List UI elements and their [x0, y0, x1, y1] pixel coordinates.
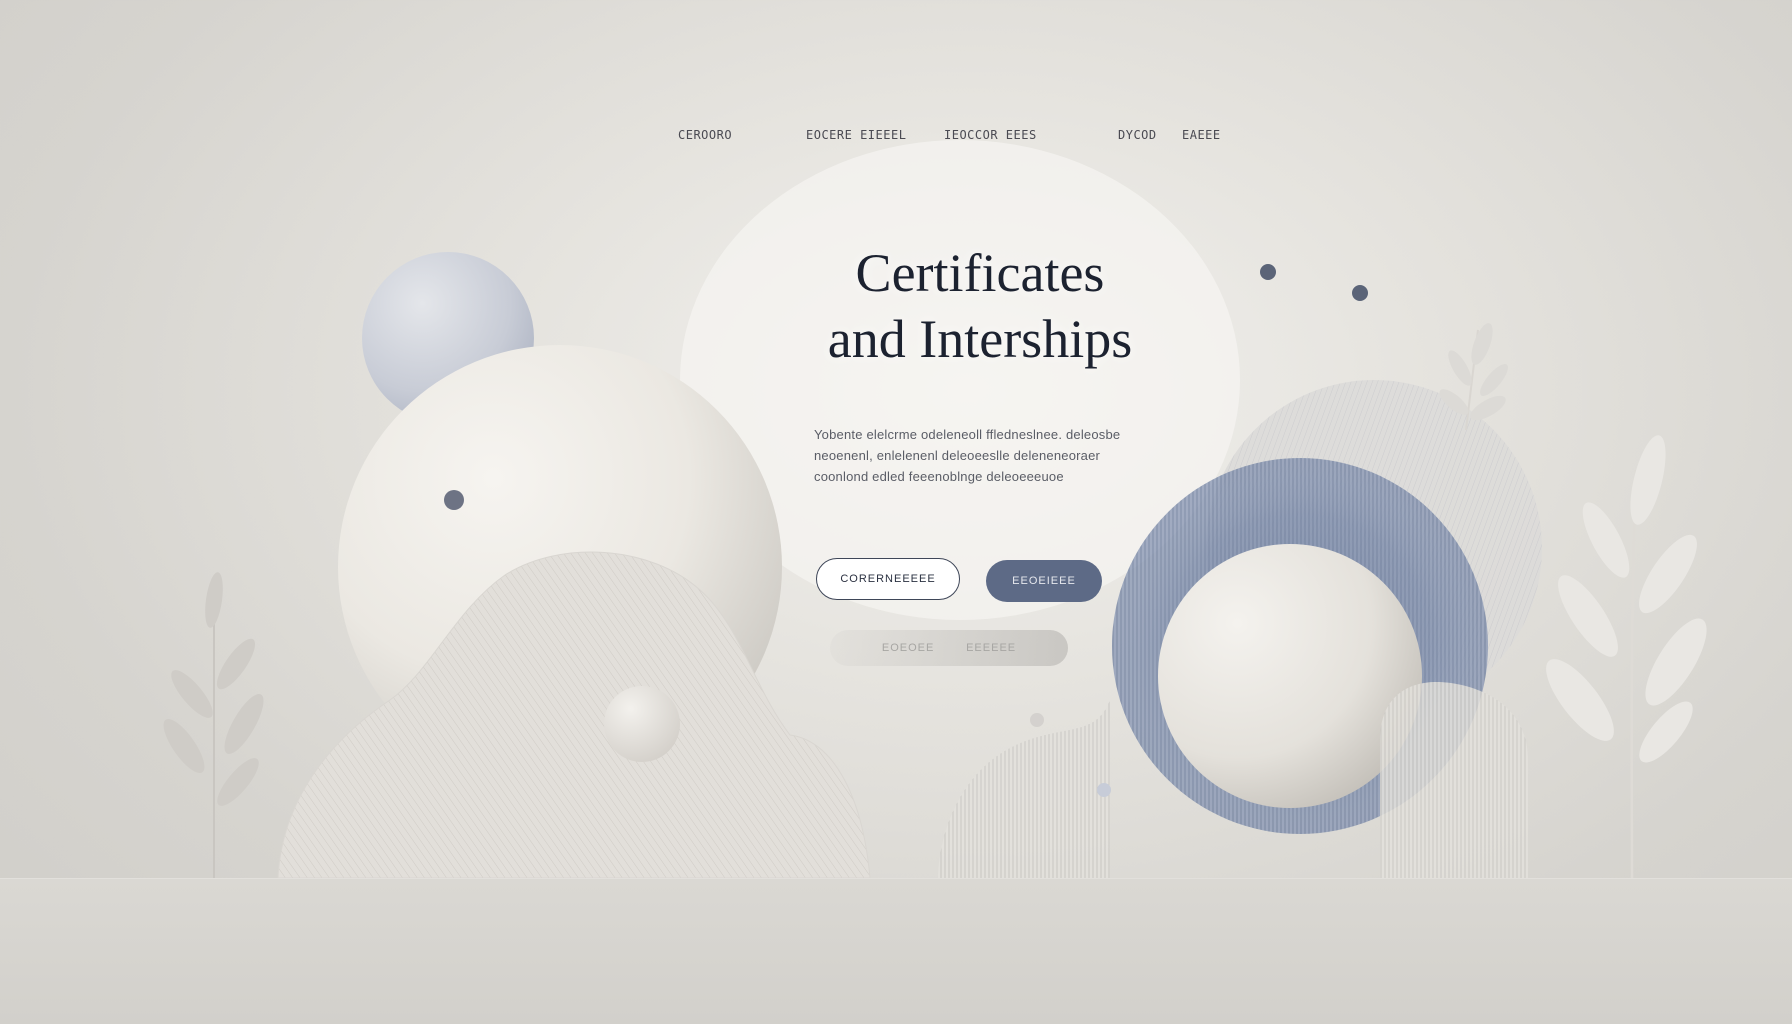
arch-hatched [1380, 682, 1528, 878]
ghost-button-left[interactable]: EOEOEE [882, 642, 934, 654]
primary-cta-button[interactable]: CORERNEEEEE [816, 558, 960, 600]
hero-title-line-2: and Interships [827, 309, 1133, 369]
nav-item-3[interactable]: IEOCCOR EEES [944, 128, 1037, 142]
dot-left [444, 490, 464, 510]
decorative-scene [163, 140, 1707, 881]
right-plant [1546, 435, 1707, 881]
secondary-cta-button[interactable]: EEOEIEEE [986, 560, 1102, 602]
landing-page: CEROORO EOCERE EIEEEL IEOCCOR EEES DYCOD… [0, 0, 1792, 1024]
ghost-button-right[interactable]: EEEEEE [966, 642, 1016, 654]
ground-plane [0, 878, 1792, 1024]
small-sphere-left [604, 686, 680, 762]
top-nav: CEROORO EOCERE EIEEEL IEOCCOR EEES DYCOD… [0, 128, 1792, 148]
dot-top-right-2 [1352, 285, 1368, 301]
left-plant [163, 572, 264, 880]
hero-title-line-1: Certificates [855, 243, 1105, 303]
hero-description: Yobente elelcrme odeleneoll ffledneslnee… [814, 427, 1121, 484]
ghost-button-group: EOEOEE EEEEEE [830, 630, 1068, 666]
nav-item-2[interactable]: EOCERE EIEEEL [806, 128, 906, 142]
nav-item-1[interactable]: CEROORO [678, 128, 732, 142]
nav-item-5[interactable]: EAEEE [1182, 128, 1221, 142]
hero-title: Certificates and Interships [770, 240, 1190, 372]
textured-mound-right [938, 700, 1110, 878]
dot-faint [1030, 713, 1044, 727]
dot-top-right-1 [1260, 264, 1276, 280]
nav-item-4[interactable]: DYCOD [1118, 128, 1157, 142]
dot-center-small [1097, 783, 1111, 797]
